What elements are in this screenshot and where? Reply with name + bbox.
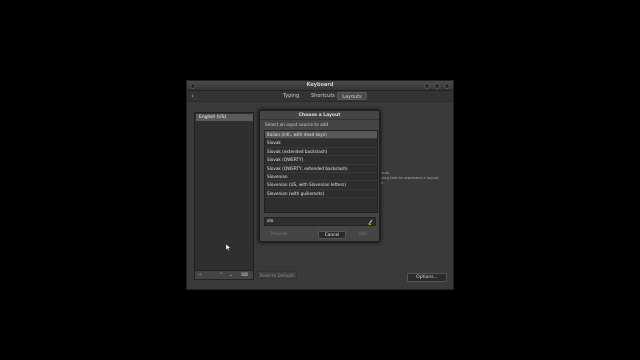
description-text: nuts sing text to represent a layout e (381, 170, 439, 185)
add-icon[interactable]: + (198, 272, 202, 278)
list-item[interactable]: Italian (intl., with dead keys) (265, 131, 377, 140)
options-button[interactable]: Options... (407, 273, 447, 282)
preview-button[interactable]: Preview (266, 231, 292, 239)
clear-search-icon[interactable] (368, 219, 373, 225)
reset-to-defaults-button[interactable]: Reset to Defaults (257, 271, 297, 279)
choose-layout-dialog: Choose a Layout Select an input source t… (259, 110, 380, 242)
layout-list: Italian (intl., with dead keys) Slovak S… (264, 130, 378, 213)
mouse-pointer-icon (226, 244, 231, 251)
close-button[interactable] (444, 83, 450, 89)
tab-typing[interactable]: Typing (283, 93, 299, 99)
search-value: slo (267, 219, 274, 224)
keyboard-icon[interactable]: ⌨ (241, 272, 248, 278)
description-line: e (381, 180, 384, 185)
dialog-subtitle: Select an input source to add (265, 123, 329, 128)
list-item[interactable]: Slovenian (US, with Slovenian letters) (265, 181, 377, 190)
back-arrow-icon[interactable]: ‹ (191, 92, 194, 100)
list-item[interactable]: Slovak (265, 139, 377, 148)
move-down-icon[interactable]: ⌄ (229, 272, 233, 278)
window-title: Keyboard (306, 82, 334, 88)
input-sources-list: English (US) (194, 112, 254, 279)
cancel-button[interactable]: Cancel (318, 231, 346, 239)
add-button[interactable]: Add (352, 231, 374, 239)
titlebar: Keyboard (187, 81, 453, 91)
tab-bar: ‹ Typing Shortcuts Layouts (187, 91, 453, 102)
minimize-button[interactable] (424, 83, 430, 89)
list-item[interactable]: Slovenian (265, 173, 377, 182)
search-input[interactable]: slo (264, 217, 376, 226)
move-up-icon[interactable]: ⌃ (219, 272, 223, 278)
input-source-item[interactable]: English (US) (196, 114, 253, 121)
list-item[interactable]: Slovak (QWERTY, extended backslash) (265, 165, 377, 173)
list-item[interactable]: Slovak (QWERTY) (265, 156, 377, 165)
input-source-toolbar: + ⌃ ⌄ ⌨ (194, 270, 254, 280)
maximize-button[interactable] (434, 83, 440, 89)
dialog-title: Choose a Layout (298, 113, 341, 118)
title-divider (260, 119, 379, 120)
tab-layouts[interactable]: Layouts (337, 92, 367, 100)
list-item[interactable]: Slovak (extended backslash) (265, 148, 377, 157)
description-line: sing text to represent a layout (381, 175, 439, 180)
tab-shortcuts[interactable]: Shortcuts (311, 93, 335, 99)
list-item[interactable]: Slovenian (with guillemets) (265, 190, 377, 199)
